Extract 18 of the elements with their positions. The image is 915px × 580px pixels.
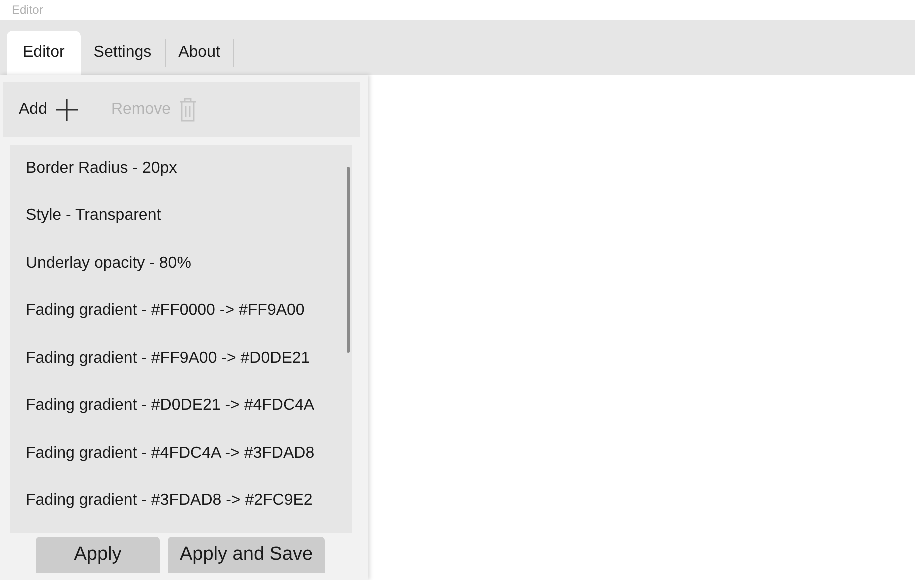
plus-icon — [55, 98, 80, 122]
tab[interactable]: Settings — [80, 31, 165, 75]
list-item[interactable]: Border Radius - 20px — [10, 145, 352, 192]
list-item[interactable]: Style - Transparent — [10, 192, 352, 240]
add-button[interactable]: Add — [19, 98, 80, 122]
list-item[interactable]: Fading gradient - #FF9A00 -> #D0DE21 — [10, 335, 352, 382]
scrollbar[interactable] — [347, 167, 350, 353]
list-item[interactable]: Fading gradient - #FF0000 -> #FF9A00 — [10, 288, 352, 335]
list-item[interactable]: Fading gradient - #D0DE21 -> #4FDC4A — [10, 382, 352, 430]
apply-button[interactable]: Apply — [36, 537, 160, 573]
tab[interactable]: About — [166, 31, 234, 75]
list-item[interactable]: Fading gradient - #4FDC4A -> #3FDAD8 — [10, 430, 352, 478]
list-item[interactable]: Underlay opacity - 80% — [10, 240, 352, 288]
trash-icon — [179, 98, 198, 122]
tab[interactable]: Editor — [7, 31, 81, 75]
apply-and-save-button[interactable]: Apply and Save — [168, 537, 326, 573]
window-title: Editor — [12, 4, 44, 16]
list-item[interactable]: Fading gradient - #3FDAD8 -> #2FC9E2 — [10, 478, 352, 525]
